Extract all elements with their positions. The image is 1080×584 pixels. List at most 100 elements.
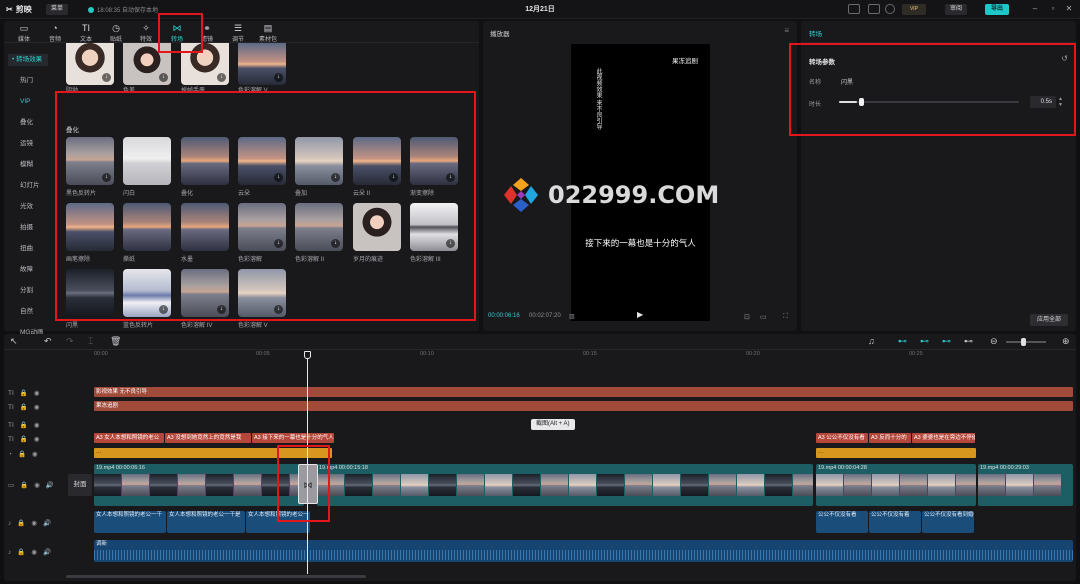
horizontal-scrollbar[interactable] xyxy=(66,575,366,578)
tab-media[interactable]: ▭ 媒体 xyxy=(10,23,38,43)
cover-button[interactable]: 封面 xyxy=(68,474,92,496)
export-button[interactable]: 导出 xyxy=(985,4,1010,15)
zoom-slider-knob[interactable] xyxy=(1021,338,1026,346)
fullscreen-icon[interactable]: ⛶ xyxy=(783,313,788,321)
undo-icon[interactable]: ↶ xyxy=(44,336,52,347)
detail-tab-transition[interactable]: 转场 xyxy=(809,28,822,38)
tab-audio[interactable]: ◔ 音频 xyxy=(41,23,69,43)
delete-icon[interactable]: 🗑 xyxy=(110,336,121,347)
download-icon[interactable]: ↓ xyxy=(217,73,226,82)
eye-icon[interactable]: ◉ xyxy=(34,403,40,411)
minimize-icon[interactable]: – xyxy=(1030,3,1040,15)
keyboard-icon[interactable] xyxy=(848,4,860,14)
download-icon[interactable]: ↓ xyxy=(274,73,283,82)
lock-icon[interactable]: 🔒 xyxy=(20,403,28,411)
tab-adjust[interactable]: ☰ 调节 xyxy=(224,23,252,43)
side-item-slideshow[interactable]: 幻灯片 xyxy=(8,180,48,192)
lock-icon[interactable]: 🔒 xyxy=(20,421,28,429)
settings-icon[interactable] xyxy=(885,4,895,14)
tab-text[interactable]: TI 文本 xyxy=(72,23,100,43)
side-item-split[interactable]: 分割 xyxy=(8,285,48,297)
side-item-dissolve[interactable]: 叠化 xyxy=(8,117,48,129)
download-icon[interactable]: ↓ xyxy=(102,73,111,82)
playhead-handle[interactable] xyxy=(304,351,311,359)
lock-icon[interactable]: 🔒 xyxy=(20,389,28,397)
subtitle-clip[interactable]: A3 婆婆也是在旁边不停催 xyxy=(912,433,975,443)
tab-effects[interactable]: ✧ 特效 xyxy=(132,23,160,43)
voiceover-clip[interactable]: 女人本想和照镜的老公一干是 xyxy=(167,511,245,533)
zoom-in-icon[interactable]: ⊕ xyxy=(1062,336,1070,347)
eye-icon[interactable]: ◉ xyxy=(34,481,40,489)
mute-icon[interactable]: 🔊 xyxy=(43,519,51,527)
eye-icon[interactable]: ◉ xyxy=(34,421,40,429)
side-item-distort[interactable]: 扭曲 xyxy=(8,243,48,255)
download-icon[interactable]: ↓ xyxy=(159,73,168,82)
snap-icon[interactable]: ⊷ xyxy=(920,336,929,347)
transition-thumb[interactable]: ↓ xyxy=(238,43,286,85)
side-item-blur[interactable]: 模糊 xyxy=(8,159,48,171)
video-clip[interactable]: 19.mp4 00:00:04:28 xyxy=(816,464,976,506)
maximize-icon[interactable]: ▫ xyxy=(1048,3,1058,15)
music-clip[interactable]: 调新 xyxy=(94,540,1073,562)
side-item-nature[interactable]: 自然 xyxy=(8,306,48,318)
caption-sync-icon[interactable]: ⊷ xyxy=(964,336,973,347)
close-icon[interactable]: ✕ xyxy=(1064,3,1074,15)
player-menu-icon[interactable]: ≡ xyxy=(784,26,789,35)
voiceover-clip[interactable]: 女人本想和照镜的老公一干 xyxy=(94,511,166,533)
side-item-camera[interactable]: 运镜 xyxy=(8,138,48,150)
timeline-view-icon[interactable]: ▥ xyxy=(569,313,575,320)
effect-clip[interactable]: ··· xyxy=(816,448,976,458)
lock-icon[interactable]: 🔒 xyxy=(20,435,28,443)
subtitle-clip[interactable]: A3 女人本想和照镜的老公 xyxy=(94,433,164,443)
lock-icon[interactable]: 🔒 xyxy=(18,450,26,458)
side-item-transition-effects[interactable]: • 转场效果 xyxy=(8,54,48,66)
voiceover-clip[interactable]: 公公不仅没有看 xyxy=(816,511,868,533)
split-icon[interactable]: ⌶ xyxy=(88,336,93,347)
video-clip[interactable]: 19.mp4 00:00:29:03 xyxy=(978,464,1073,506)
play-icon[interactable]: ▶ xyxy=(637,310,643,319)
eye-icon[interactable]: ◉ xyxy=(34,435,40,443)
voiceover-clip[interactable]: 公公不仅没有看到婚礼 xyxy=(922,511,974,533)
transition-thumb[interactable]: ↓ xyxy=(66,43,114,85)
link-icon[interactable]: ⊷ xyxy=(898,336,907,347)
tab-sticker[interactable]: ◷ 贴纸 xyxy=(102,23,130,43)
voiceover-clip[interactable]: 公公不仅没有着 xyxy=(869,511,921,533)
review-button[interactable]: 审阅 xyxy=(945,4,968,15)
time-ruler[interactable]: 00:00 00:05 00:10 00:15 00:20 00:25 xyxy=(94,351,1076,361)
eye-icon[interactable]: ◉ xyxy=(31,519,37,527)
apply-all-button[interactable]: 应用全部 xyxy=(1029,314,1068,326)
video-clip[interactable]: 19.mp4 00:00:15:18 xyxy=(317,464,813,506)
subtitle-clip[interactable]: A3 接下来的一幕也是十分的气人 xyxy=(252,433,334,443)
eye-icon[interactable]: ◉ xyxy=(32,450,38,458)
menu-button[interactable]: 菜单 xyxy=(46,4,69,15)
preview-axis-icon[interactable]: ⊷ xyxy=(942,336,951,347)
mute-icon[interactable]: 🔊 xyxy=(46,481,54,489)
lock-icon[interactable]: 🔒 xyxy=(17,548,25,556)
vip-badge[interactable]: VIP xyxy=(902,4,926,15)
ratio-icon[interactable]: ▭ xyxy=(760,313,767,321)
redo-icon[interactable]: ↷ xyxy=(66,336,74,347)
subtitle-clip[interactable]: A3 没想到她竟然上的竟然是我 xyxy=(165,433,251,443)
side-item-light[interactable]: 光效 xyxy=(8,201,48,213)
side-item-hot[interactable]: 热门 xyxy=(8,75,48,87)
lock-icon[interactable]: 🔒 xyxy=(20,481,28,489)
mic-icon[interactable]: ♫ xyxy=(868,336,875,346)
zoom-slider[interactable] xyxy=(1006,338,1046,346)
side-item-shoot[interactable]: 拍摄 xyxy=(8,222,48,234)
side-item-vip[interactable]: VIP xyxy=(8,96,48,108)
select-tool-icon[interactable]: ↖ xyxy=(10,336,18,347)
lock-icon[interactable]: 🔒 xyxy=(17,519,25,527)
eye-icon[interactable]: ◉ xyxy=(34,389,40,397)
side-item-glitch[interactable]: 故障 xyxy=(8,264,48,276)
text-clip[interactable]: 果冻追剧 xyxy=(94,401,1073,411)
mute-icon[interactable]: 🔊 xyxy=(43,548,51,556)
layout-icon[interactable] xyxy=(868,4,880,14)
fit-icon[interactable]: ⊡ xyxy=(744,313,750,321)
subtitle-clip[interactable]: A3 反而十分的 xyxy=(869,433,911,443)
zoom-out-icon[interactable]: ⊖ xyxy=(990,336,998,347)
eye-icon[interactable]: ◉ xyxy=(31,548,37,556)
video-clip[interactable]: 19.mp4 00:00:06:16 xyxy=(94,464,304,506)
subtitle-clip[interactable]: A3 公公不仅没有看 xyxy=(816,433,868,443)
text-clip[interactable]: 影视效果 无不良引导 xyxy=(94,387,1073,397)
tab-package[interactable]: ▤ 素材包 xyxy=(254,23,282,43)
